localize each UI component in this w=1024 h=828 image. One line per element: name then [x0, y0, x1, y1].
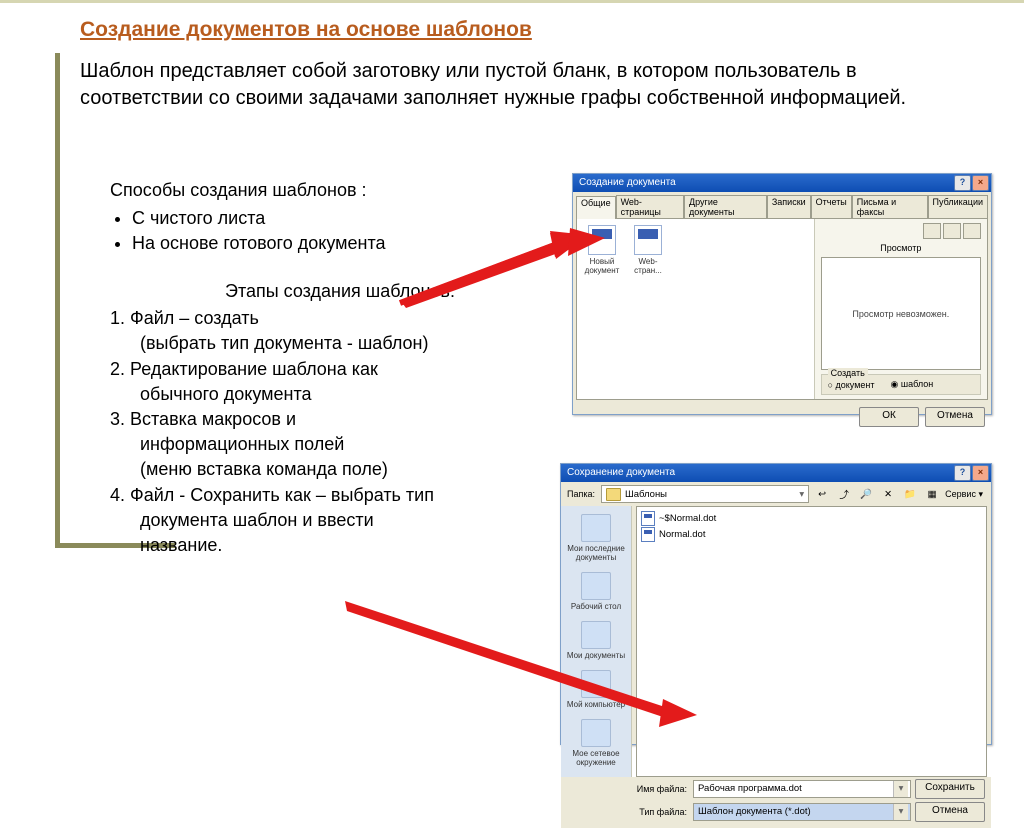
step-4-sub: документа шаблон и ввести — [110, 508, 570, 533]
slide-title: Создание документов на основе шаблонов — [80, 18, 532, 42]
dialog-titlebar[interactable]: Создание документа ? × — [573, 174, 991, 192]
steps-block: Этапы создания шаблонов: 1. Файл – созда… — [110, 279, 570, 558]
place-label: Мое сетевое окружение — [563, 749, 629, 767]
filetype-label: Тип файла: — [635, 807, 689, 817]
save-button[interactable]: Сохранить — [915, 779, 985, 799]
folder-value: Шаблоны — [625, 489, 667, 500]
delete-icon[interactable]: ✕ — [879, 485, 897, 503]
help-icon[interactable]: ? — [954, 465, 971, 481]
folder-label: Папка: — [567, 489, 595, 499]
dialog-title: Сохранение документа — [567, 467, 675, 478]
step-4: 4. Файл - Сохранить как – выбрать тип — [110, 483, 570, 508]
radio-template[interactable]: ◉ шаблон — [891, 379, 934, 390]
dialog-titlebar[interactable]: Сохранение документа ? × — [561, 464, 991, 482]
intro-paragraph: Шаблон представляет собой заготовку или … — [80, 58, 960, 112]
folder-icon — [606, 488, 621, 501]
methods-item: С чистого листа — [132, 206, 540, 230]
step-1-sub: (выбрать тип документа - шаблон) — [110, 331, 570, 356]
file-name: Normal.dot — [659, 529, 705, 540]
radio-template-label: шаблон — [901, 379, 933, 389]
filename-label: Имя файла: — [635, 784, 689, 794]
template-label: Web-стран... — [629, 257, 667, 275]
back-icon[interactable]: ↩ — [813, 485, 831, 503]
file-item[interactable]: Normal.dot — [641, 527, 982, 542]
step-4-sub2: название. — [110, 533, 570, 558]
step-3-sub2: (меню вставка команда поле) — [110, 457, 570, 482]
word-doc-icon — [634, 225, 662, 255]
network-icon — [581, 719, 611, 747]
new-folder-icon[interactable]: 📁 — [901, 485, 919, 503]
tab-web[interactable]: Web-страницы — [616, 195, 684, 218]
arrow-to-save-dialog — [345, 601, 705, 721]
place-label: Мои последние документы — [563, 544, 629, 562]
template-item[interactable]: Web-стран... — [629, 225, 667, 275]
create-legend: Создать — [828, 368, 868, 378]
radio-document-label: документ — [836, 380, 875, 390]
step-3-sub: информационных полей — [110, 432, 570, 457]
up-icon[interactable]: ⤴ — [835, 485, 853, 503]
step-2: 2. Редактирование шаблона как — [110, 357, 570, 382]
radio-document[interactable]: ○ документ — [828, 380, 875, 390]
views-icon[interactable]: ▦ — [923, 485, 941, 503]
decor-vbar — [55, 53, 60, 543]
ok-button[interactable]: ОК — [859, 407, 919, 427]
tab-reports[interactable]: Отчеты — [811, 195, 852, 218]
search-icon[interactable]: 🔎 — [857, 485, 875, 503]
filename-input[interactable]: Рабочая программа.dot — [693, 780, 911, 798]
create-group: Создать ○ документ ◉ шаблон — [821, 374, 981, 395]
close-icon[interactable]: × — [972, 465, 989, 481]
tab-pubs[interactable]: Публикации — [928, 195, 988, 218]
filetype-dropdown[interactable]: Шаблон документа (*.dot) — [693, 803, 911, 821]
view-detail-icon[interactable] — [963, 223, 981, 239]
cancel-button[interactable]: Отмена — [915, 802, 985, 822]
preview-pane: Просмотр невозможен. — [821, 257, 981, 370]
preview-text: Просмотр невозможен. — [852, 309, 949, 319]
step-3: 3. Вставка макросов и — [110, 407, 570, 432]
tab-memos[interactable]: Записки — [767, 195, 811, 218]
arrow-to-new-dialog — [400, 228, 610, 308]
dialog-title: Создание документа — [579, 177, 676, 188]
new-document-dialog: Создание документа ? × Общие Web-страниц… — [572, 173, 992, 415]
cancel-button[interactable]: Отмена — [925, 407, 985, 427]
file-item[interactable]: ~$Normal.dot — [641, 511, 982, 526]
step-2-sub: обычного документа — [110, 382, 570, 407]
place-recent[interactable]: Мои последние документы — [561, 510, 631, 568]
close-icon[interactable]: × — [972, 175, 989, 191]
view-large-icon[interactable] — [923, 223, 941, 239]
tab-other[interactable]: Другие документы — [684, 195, 767, 218]
help-icon[interactable]: ? — [954, 175, 971, 191]
template-list: Новый документ Web-стран... — [577, 219, 815, 399]
view-list-icon[interactable] — [943, 223, 961, 239]
recent-icon — [581, 514, 611, 542]
tools-menu[interactable]: Сервис ▾ — [945, 489, 983, 500]
template-file-icon — [641, 511, 655, 526]
methods-head: Способы создания шаблонов : — [110, 178, 540, 202]
file-name: ~$Normal.dot — [659, 513, 716, 524]
place-network[interactable]: Мое сетевое окружение — [561, 715, 631, 773]
template-file-icon — [641, 527, 655, 542]
dialog-tabs: Общие Web-страницы Другие документы Запи… — [576, 195, 988, 218]
preview-label: Просмотр — [821, 243, 981, 253]
folder-dropdown[interactable]: Шаблоны ▾ — [601, 485, 809, 503]
tab-general[interactable]: Общие — [576, 196, 616, 219]
desktop-icon — [581, 572, 611, 600]
tab-letters[interactable]: Письма и факсы — [852, 195, 928, 218]
